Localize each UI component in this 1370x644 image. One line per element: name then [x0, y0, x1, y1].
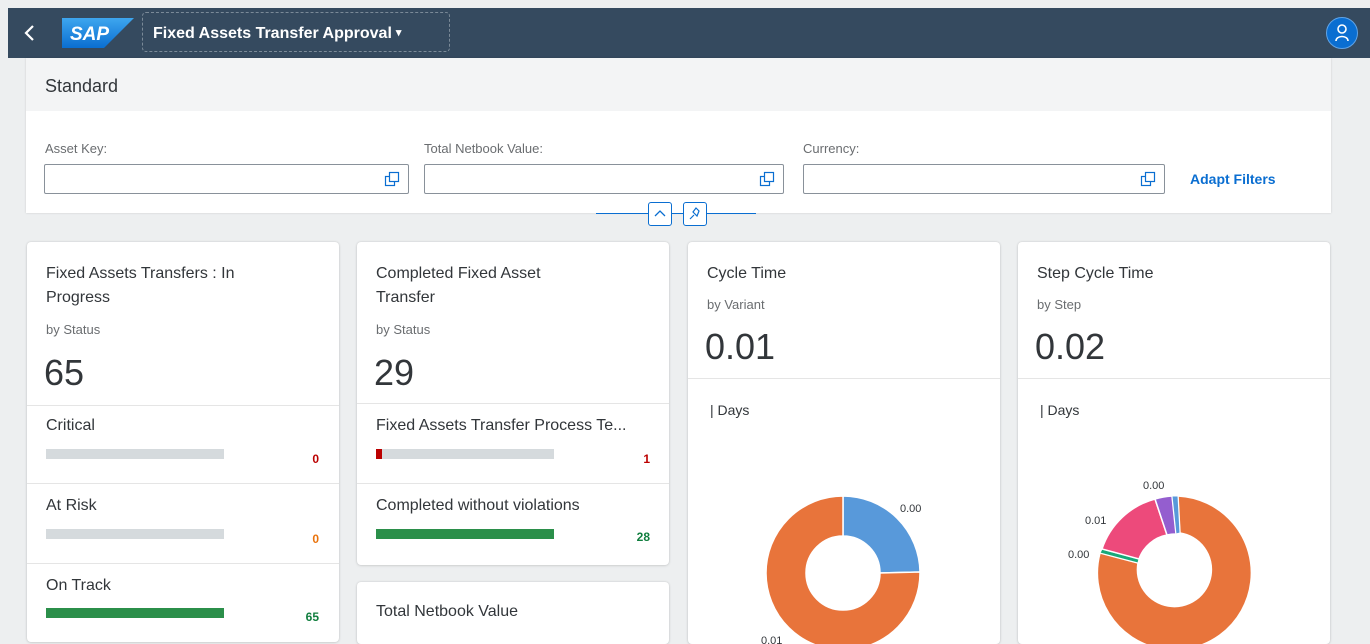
filter-label-currency: Currency:: [803, 141, 860, 156]
card-title: Completed Fixed Asset Transfer: [376, 265, 541, 306]
divider: [27, 563, 339, 564]
row-label-completed: Completed without violations: [376, 497, 580, 514]
svg-text:SAP: SAP: [70, 24, 109, 45]
donut-label: 0.00: [900, 503, 922, 515]
bar-fill-process-te: [376, 449, 382, 459]
filter-label-netbook: Total Netbook Value:: [424, 141, 543, 156]
bar-on-track: [46, 608, 224, 618]
bar-fill-on-track: [46, 608, 224, 618]
card-completed-transfer[interactable]: Completed Fixed Asset Transfer by Status…: [357, 242, 669, 565]
kpi-value: 65: [44, 352, 85, 393]
value-at-risk: 0: [312, 532, 319, 546]
donut-label: 0.00: [1068, 549, 1090, 561]
bar-process-te: [376, 449, 554, 459]
divider: [357, 403, 669, 404]
user-icon[interactable]: [1326, 17, 1358, 49]
card-total-netbook-value[interactable]: Total Netbook Value: [357, 582, 669, 644]
bar-at-risk: [46, 529, 224, 539]
row-label-critical: Critical: [46, 417, 95, 434]
filter-header: Standard Asset Key: Total Netbook Value:…: [26, 58, 1331, 226]
donut-chart: [765, 495, 921, 644]
card-step-cycle-time[interactable]: Step Cycle Time by Step 0.02 | Days 0.00…: [1018, 242, 1330, 644]
value-help-icon[interactable]: [1140, 171, 1156, 187]
card-subtitle: by Status: [46, 322, 101, 337]
donut-chart: [1096, 495, 1253, 644]
divider: [27, 483, 339, 484]
value-process-te: 1: [643, 452, 650, 466]
donut-label: 0.01: [1085, 515, 1107, 527]
sap-logo: SAP: [62, 18, 134, 48]
divider: [27, 405, 339, 406]
value-critical: 0: [312, 452, 319, 466]
step-cycle-slices: [1096, 495, 1253, 644]
value-on-track: 65: [305, 610, 319, 624]
bar-completed: [376, 529, 554, 539]
app-title-text: Fixed Assets Transfer Approval: [153, 25, 392, 42]
value-help-icon[interactable]: [759, 171, 775, 187]
chevron-down-icon: ▾: [395, 27, 402, 39]
kpi-value: 29: [374, 352, 415, 393]
card-title: Fixed Assets Transfers : In Progress: [46, 265, 235, 306]
row-label-process-te: Fixed Assets Transfer Process Te...: [376, 417, 627, 434]
donut-label: 0.01: [761, 635, 783, 644]
currency-input[interactable]: [803, 164, 1165, 194]
cycle-time-slices: [765, 495, 921, 644]
card-subtitle: by Status: [376, 322, 431, 337]
divider: [357, 483, 669, 484]
bar-fill-completed: [376, 529, 554, 539]
netbook-value-input[interactable]: [424, 164, 784, 194]
back-chevron-icon[interactable]: [16, 19, 44, 47]
asset-key-input[interactable]: [44, 164, 409, 194]
card-cycle-time[interactable]: Cycle Time by Variant 0.01 | Days 0.00 0…: [688, 242, 1000, 644]
collapse-divider: [596, 213, 756, 214]
collapse-up-icon[interactable]: [648, 202, 672, 226]
card-title: Total Netbook Value: [376, 603, 519, 620]
app-title-menu[interactable]: Fixed Assets Transfer Approval ▾: [142, 12, 450, 52]
row-label-on-track: On Track: [46, 577, 111, 594]
variant-selector[interactable]: Standard: [45, 76, 118, 97]
adapt-filters-button[interactable]: Adapt Filters: [1190, 171, 1276, 187]
shell-bar: SAP Fixed Assets Transfer Approval ▾: [8, 8, 1370, 58]
filter-label-asset-key: Asset Key:: [45, 141, 108, 156]
row-label-at-risk: At Risk: [46, 497, 97, 514]
variant-bar: Standard: [26, 58, 1331, 111]
donut-label: 0.00: [1143, 480, 1165, 492]
pin-icon[interactable]: [683, 202, 707, 226]
value-completed: 28: [636, 530, 650, 544]
bar-critical: [46, 449, 224, 459]
value-help-icon[interactable]: [384, 171, 400, 187]
card-transfers-in-progress[interactable]: Fixed Assets Transfers : In Progress by …: [27, 242, 339, 642]
